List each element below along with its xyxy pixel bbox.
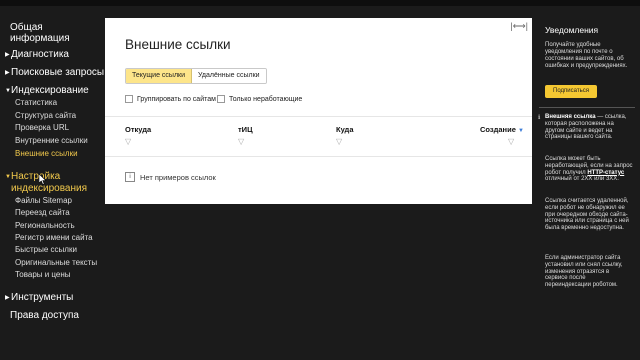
info-icon: i (125, 172, 135, 182)
filter-icon[interactable]: ▽ (508, 137, 514, 146)
tab-deleted-links[interactable]: Удалённые ссылки (192, 69, 266, 83)
notifications-text: Получайте удобные уведомления по почте о… (545, 42, 628, 69)
filter-icon[interactable]: ▽ (125, 137, 131, 146)
checkbox-label: Группировать по сайтам (137, 95, 216, 103)
column-header-from: Откуда (125, 125, 152, 134)
help-broken-link: Ссылка может быть неработающей, если на … (545, 156, 633, 183)
only-broken-checkbox[interactable]: Только неработающие (217, 95, 302, 103)
sidebar-item-regionality[interactable]: Региональность (15, 221, 75, 231)
divider (105, 156, 532, 157)
filter-icon[interactable]: ▽ (238, 137, 244, 146)
sidebar-item-indexing[interactable]: ▼Индексирование (5, 85, 89, 97)
empty-message: Нет примеров ссылок (140, 172, 216, 182)
sidebar-item-label: информация (10, 33, 70, 44)
subscribe-button[interactable]: Подписаться (545, 85, 597, 98)
help-admin-note: Если администратор сайта установил или с… (545, 255, 623, 289)
column-header-label: Создание (480, 125, 516, 134)
mouse-cursor-icon (39, 174, 47, 185)
empty-state: i Нет примеров ссылок (125, 172, 216, 182)
sidebar-item-internal-links[interactable]: Внутренние ссылки (15, 136, 88, 146)
sidebar-item-quick-links[interactable]: Быстрые ссылки (15, 245, 77, 255)
help-term: Внешняя ссылка (545, 114, 596, 120)
column-header-to: Куда (336, 125, 354, 134)
expand-icon[interactable]: |⟷| (510, 21, 528, 32)
checkbox-box (125, 95, 133, 103)
sidebar-item-search-queries[interactable]: ▶Поисковые запросы (5, 67, 104, 79)
sidebar-item-label: Индексирование (11, 85, 89, 96)
sidebar-item-label: Инструменты (11, 292, 74, 303)
filter-icon[interactable]: ▽ (336, 137, 342, 146)
sidebar-item-diagnostics[interactable]: ▶Диагностика (5, 49, 69, 61)
page-title: Внешние ссылки (125, 37, 231, 52)
notifications-title: Уведомления (545, 25, 599, 35)
sidebar-item-url-check[interactable]: Проверка URL (15, 123, 69, 133)
top-bar (0, 0, 640, 6)
sidebar-item-site-name-case[interactable]: Регистр имени сайта (15, 233, 93, 243)
external-links-panel: |⟷| Внешние ссылки Текущие ссылки Удалён… (105, 18, 532, 204)
sidebar-item-label: Диагностика (11, 49, 69, 60)
sidebar-item-access-rights[interactable]: Права доступа (10, 310, 79, 321)
sidebar-item-label: Поисковые запросы (11, 67, 105, 78)
sidebar-item-label: Настройка (11, 171, 61, 182)
column-header-created[interactable]: Создание ▼ (480, 125, 524, 134)
checkbox-box (217, 95, 225, 103)
divider (105, 116, 532, 117)
right-sidebar: Уведомления Получайте удобные уведомлени… (538, 25, 635, 288)
links-tabs: Текущие ссылки Удалённые ссылки (125, 68, 267, 84)
sort-desc-icon: ▼ (517, 128, 524, 134)
sidebar-item-original-texts[interactable]: Оригинальные тексты (15, 258, 97, 268)
sidebar-item-tools[interactable]: ▶Инструменты (5, 292, 73, 304)
sidebar-item-external-links[interactable]: Внешние ссылки (15, 149, 78, 159)
help-deleted-link: Ссылка считается удаленной, если робот н… (545, 198, 629, 232)
group-by-sites-checkbox[interactable]: Группировать по сайтам (125, 95, 216, 103)
column-header-tic[interactable]: тИЦ (238, 125, 253, 134)
checkbox-label: Только неработающие (229, 95, 303, 103)
help-text: отличный от 2XX или 3XX. (545, 176, 619, 183)
sidebar-item-statistics[interactable]: Статистика (15, 98, 57, 108)
tab-current-links[interactable]: Текущие ссылки (126, 69, 193, 83)
http-status-link[interactable]: HTTP-статус (587, 170, 624, 176)
sidebar-item-sitemap-files[interactable]: Файлы Sitemap (15, 196, 72, 206)
sidebar-item-site-structure[interactable]: Структура сайта (15, 111, 76, 121)
divider (539, 107, 635, 108)
sidebar-item-site-move[interactable]: Переезд сайта (15, 208, 70, 218)
help-definition: Внешняя ссылка — ссылка, которая располо… (545, 114, 633, 141)
sidebar-item-general-info[interactable]: Общая информация (10, 22, 70, 44)
sidebar-item-label: Общая (10, 22, 43, 33)
info-icon: ℹ (538, 115, 541, 121)
sidebar-item-goods-prices[interactable]: Товары и цены (15, 270, 71, 280)
